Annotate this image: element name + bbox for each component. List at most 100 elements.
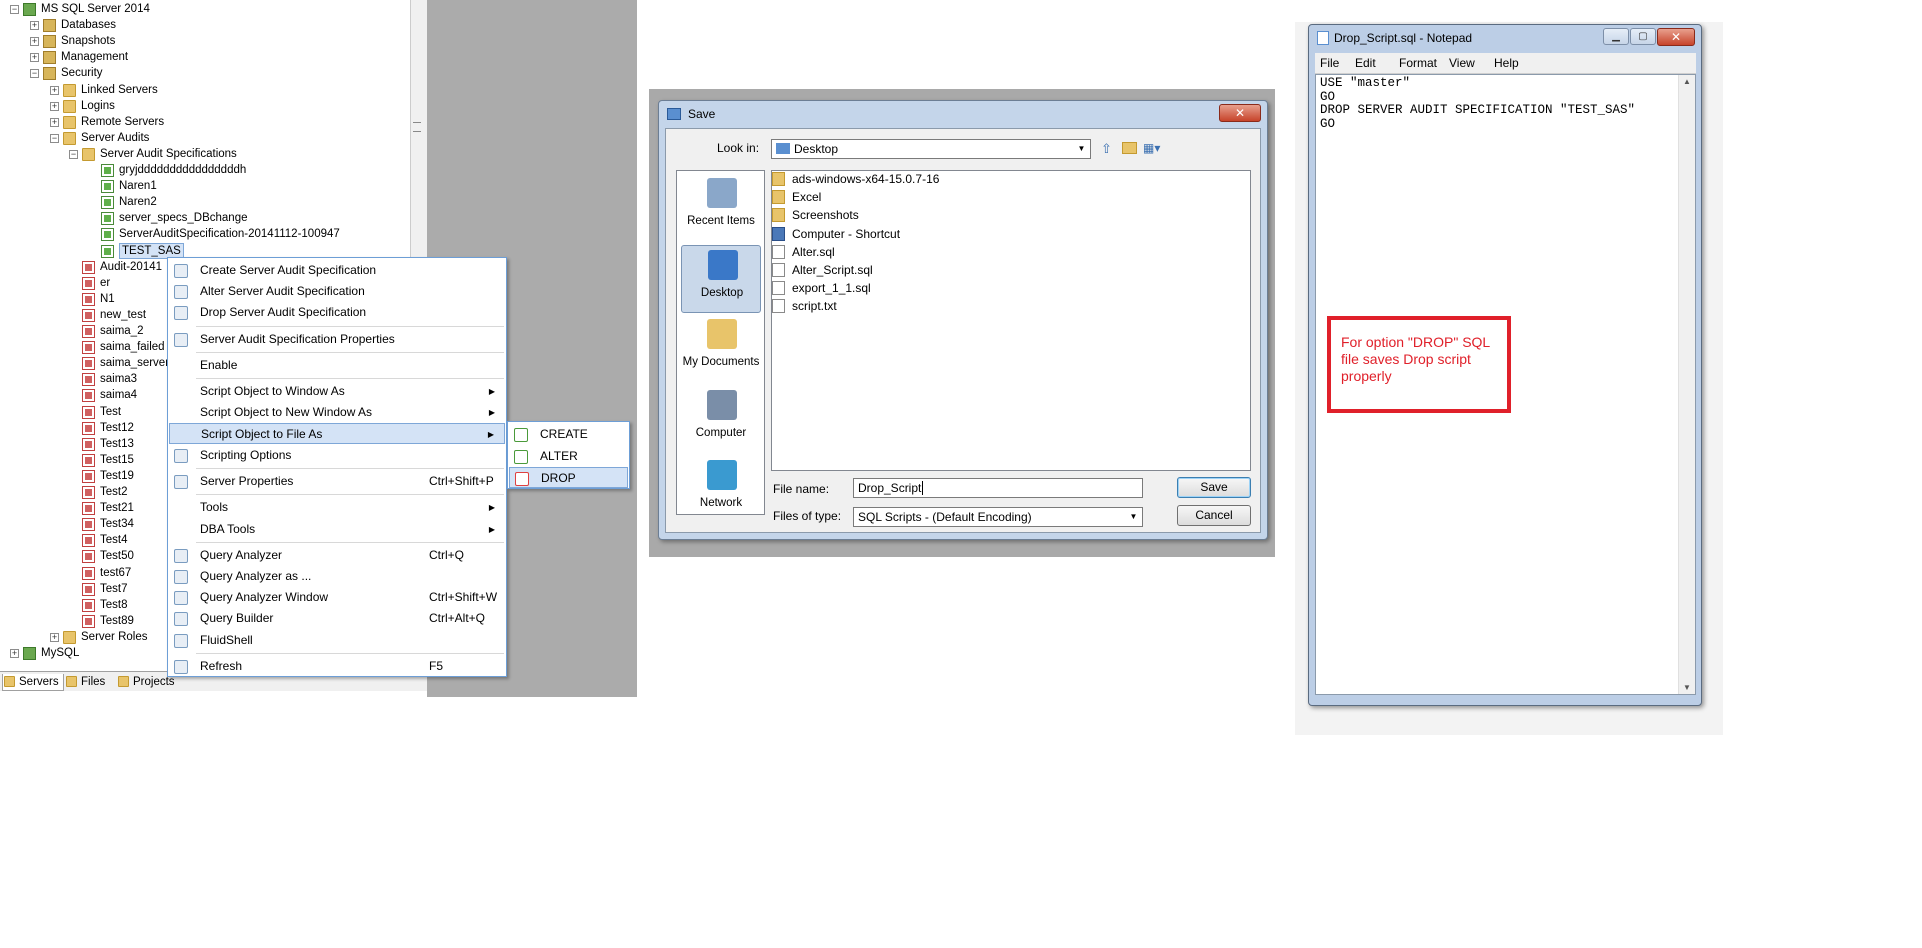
expand-icon[interactable]: + <box>50 85 59 95</box>
submenu-item[interactable]: DROP <box>509 467 628 488</box>
expand-icon[interactable]: + <box>30 37 39 47</box>
expand-icon[interactable]: + <box>50 117 59 127</box>
menu-item[interactable]: Refresh F5 <box>169 656 505 677</box>
vertical-scrollbar[interactable]: ▲ ▼ <box>1678 75 1695 694</box>
alter-icon <box>174 285 188 300</box>
place-recent-items[interactable]: Recent Items <box>681 174 761 242</box>
menu-separator <box>196 468 504 470</box>
collapse-icon[interactable]: − <box>69 149 78 159</box>
tree-node-label: Test15 <box>100 453 134 466</box>
tree-node[interactable]: + Linked Servers <box>0 82 410 98</box>
tree-node-label: saima4 <box>100 389 138 402</box>
notepad-menu-format[interactable]: Format <box>1399 55 1437 71</box>
menu-item[interactable]: Enable <box>169 355 505 376</box>
look-in-dropdown[interactable]: Desktop ▼ <box>771 139 1091 159</box>
collapse-icon[interactable]: − <box>10 5 19 14</box>
menu-item[interactable]: Query Analyzer Window Ctrl+Shift+W <box>169 587 505 608</box>
tree-node[interactable]: + Logins <box>0 98 410 114</box>
tree-node[interactable]: Naren2 <box>0 194 410 210</box>
notepad-menu-file[interactable]: File <box>1320 55 1339 71</box>
menu-item[interactable]: Create Server Audit Specification <box>169 260 505 281</box>
up-folder-icon[interactable]: ⇧ <box>1101 141 1115 156</box>
menu-item[interactable]: Script Object to File As ▶ <box>169 423 505 445</box>
tree-node[interactable]: gryjddddddddddddddddh <box>0 162 410 178</box>
menu-item[interactable]: Drop Server Audit Specification <box>169 302 505 323</box>
menu-item[interactable]: DBA Tools ▶ <box>169 519 505 540</box>
view-menu-icon[interactable]: ▦▾ <box>1143 141 1165 155</box>
menu-item[interactable]: Server Properties Ctrl+Shift+P <box>169 471 505 492</box>
scroll-up-icon[interactable]: ▲ <box>1683 77 1691 86</box>
database-folder-icon <box>43 35 56 49</box>
cancel-button[interactable]: Cancel <box>1177 505 1251 526</box>
save-dialog-close-button[interactable]: ✕ <box>1219 104 1261 122</box>
submenu-item[interactable]: ALTER <box>509 446 628 467</box>
file-name-label: File name: <box>773 482 830 496</box>
chevron-down-icon: ▼ <box>1077 144 1086 153</box>
notepad-menu-help[interactable]: Help <box>1494 55 1519 71</box>
tree-node[interactable]: + Snapshots <box>0 33 410 49</box>
place-label: Desktop <box>700 286 744 299</box>
notepad-title: Drop_Script.sql - Notepad <box>1334 31 1473 45</box>
scroll-down-icon[interactable]: ▼ <box>1683 683 1691 692</box>
menu-item[interactable]: FluidShell <box>169 630 505 651</box>
expand-icon[interactable]: + <box>30 21 39 31</box>
expand-icon[interactable]: + <box>50 632 59 642</box>
menu-item[interactable]: Tools ▶ <box>169 497 505 518</box>
files-tab-icon <box>66 676 77 687</box>
submenu-item[interactable]: CREATE <box>509 424 628 445</box>
tree-node[interactable]: + Management <box>0 49 410 65</box>
new-folder-icon[interactable] <box>1122 142 1137 154</box>
tree-node[interactable]: server_specs_DBchange <box>0 210 410 226</box>
menu-item[interactable]: Alter Server Audit Specification <box>169 281 505 302</box>
menu-item[interactable]: Server Audit Specification Properties <box>169 329 505 350</box>
expand-icon[interactable]: + <box>30 53 39 63</box>
minimize-icon[interactable]: ▁ <box>1603 28 1629 45</box>
tree-node[interactable]: − Security <box>0 65 410 81</box>
menu-item[interactable]: Query Builder Ctrl+Alt+Q <box>169 608 505 629</box>
servers-tab-icon <box>4 676 15 687</box>
menu-item[interactable]: Scripting Options <box>169 445 505 466</box>
menu-item[interactable]: Script Object to Window As ▶ <box>169 381 505 402</box>
tab-projects[interactable]: Projects <box>117 674 175 691</box>
menu-item[interactable]: Script Object to New Window As ▶ <box>169 402 505 423</box>
tree-node[interactable]: − MS SQL Server 2014 <box>0 1 410 17</box>
tree-node[interactable]: + Databases <box>0 17 410 33</box>
tree-node[interactable]: − Server Audit Specifications <box>0 146 410 162</box>
expand-icon[interactable]: + <box>10 649 19 658</box>
audit-icon <box>82 276 95 290</box>
place-my-documents[interactable]: My Documents <box>681 315 761 383</box>
collapse-icon[interactable]: − <box>30 69 39 79</box>
maximize-icon[interactable]: ▢ <box>1630 28 1656 45</box>
tree-node-label: server_specs_DBchange <box>119 212 248 225</box>
notepad-menu-view[interactable]: View <box>1449 55 1475 71</box>
save-button[interactable]: Save <box>1177 477 1251 498</box>
menu-item[interactable]: Query Analyzer Ctrl+Q <box>169 545 505 566</box>
file-name-input[interactable]: Drop_Script <box>853 478 1143 498</box>
tree-node[interactable]: + Remote Servers <box>0 114 410 130</box>
splitter-grip-icon[interactable] <box>413 122 421 132</box>
tree-node-label: Test7 <box>100 582 128 595</box>
place-network[interactable]: Network <box>681 456 761 524</box>
tree-node[interactable]: Naren1 <box>0 178 410 194</box>
tree-node-label: saima_server <box>100 357 170 370</box>
tab-files[interactable]: Files <box>65 674 105 691</box>
audit-spec-icon <box>101 180 114 194</box>
menu-item-label: Query Analyzer as ... <box>200 568 312 583</box>
notepad-menu-edit[interactable]: Edit <box>1355 55 1376 71</box>
tab-servers[interactable]: Servers <box>2 674 64 691</box>
tree-node[interactable]: ServerAuditSpecification-20141112-100947 <box>0 226 410 242</box>
file-type-dropdown[interactable]: SQL Scripts - (Default Encoding) ▼ <box>853 507 1143 527</box>
place-desktop[interactable]: Desktop <box>681 244 761 313</box>
place-computer[interactable]: Computer <box>681 386 761 454</box>
menu-separator <box>196 325 504 327</box>
audit-icon <box>82 260 95 274</box>
tree-node-label: new_test <box>100 308 147 321</box>
tree-node[interactable]: − Server Audits <box>0 130 410 146</box>
notepad-close-button[interactable]: ✕ <box>1657 28 1695 46</box>
expand-icon[interactable]: + <box>50 101 59 111</box>
computer-icon <box>707 389 737 420</box>
create-icon <box>174 264 188 278</box>
notepad-content[interactable]: USE "master" GO DROP SERVER AUDIT SPECIF… <box>1320 76 1635 131</box>
collapse-icon[interactable]: − <box>50 133 59 143</box>
menu-item[interactable]: Query Analyzer as ... <box>169 566 505 587</box>
